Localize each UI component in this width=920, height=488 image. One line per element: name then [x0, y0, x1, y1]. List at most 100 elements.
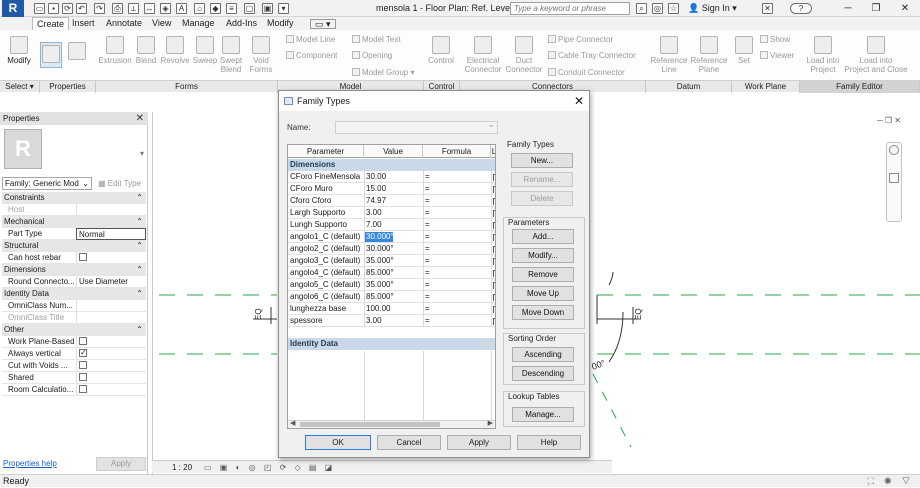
properties-help-link[interactable]: Properties help [3, 459, 57, 468]
parameter-formula-cell[interactable]: = [423, 171, 490, 183]
collapse-chevron-icon[interactable]: ⌃ [136, 264, 143, 276]
collapse-chevron-icon[interactable]: ⌃ [136, 324, 143, 336]
property-checkbox[interactable] [79, 337, 87, 345]
show-button[interactable]: Show [760, 34, 790, 45]
swept-blend-button[interactable]: Swept Blend [218, 36, 244, 74]
family-types-button[interactable] [40, 42, 62, 68]
measure-icon[interactable]: ⟂ [128, 3, 139, 14]
opening-button[interactable]: Opening [352, 50, 392, 61]
apply-button[interactable]: Apply [96, 457, 146, 471]
set-button[interactable]: Set [734, 36, 754, 65]
blend-button[interactable]: Blend [133, 36, 159, 65]
move-up-button[interactable]: Move Up [512, 286, 574, 301]
property-value[interactable]: Use Diameter [76, 276, 146, 288]
electrical-connector-button[interactable]: Electrical Connector [462, 36, 504, 74]
parameter-value-cell[interactable]: 30.000° [364, 243, 422, 255]
view-control-icons[interactable]: ▭ ▣ ◐ ◎ ◰ ⟳ ◇ ▤ ◪ [204, 461, 335, 474]
parameter-value-cell[interactable]: 3.00 [364, 315, 422, 327]
property-checkbox[interactable] [79, 373, 87, 381]
panel-select[interactable]: Select ▾ [0, 81, 40, 93]
scroll-right-icon[interactable]: ▶ [488, 419, 493, 427]
property-value[interactable] [76, 204, 146, 216]
property-group-header[interactable]: Constraints ⌃ [2, 192, 146, 204]
close-hidden-icon[interactable]: ▢ [244, 3, 255, 14]
conduit-connector-button[interactable]: Conduit Connector [548, 67, 625, 78]
parameter-value-cell[interactable]: 85.000° [364, 267, 422, 279]
property-checkbox[interactable] [79, 253, 87, 261]
close-icon[interactable]: ✕ [136, 112, 144, 125]
parameter-row[interactable]: lunghezza base 100.00 = [288, 303, 495, 315]
undo-icon[interactable]: ↶ [76, 3, 87, 14]
lock-checkbox[interactable] [491, 219, 495, 231]
lock-checkbox[interactable] [491, 231, 495, 243]
parameter-row[interactable]: spessore 3.00 = [288, 315, 495, 327]
property-checkbox[interactable] [79, 361, 87, 369]
tab-modify[interactable]: Modify [263, 17, 298, 30]
search-icon[interactable]: ⌕ [636, 3, 647, 14]
pipe-connector-button[interactable]: Pipe Connector [548, 34, 613, 45]
collapse-chevron-icon[interactable]: ⌃ [136, 216, 143, 228]
property-row[interactable]: OmniClass Title [2, 312, 146, 324]
family-category-button[interactable] [66, 42, 88, 62]
customize-qat-icon[interactable]: ▾ [278, 3, 289, 14]
parameter-formula-cell[interactable]: = [423, 231, 490, 243]
load-into-project-button[interactable]: Load into Project [802, 36, 844, 74]
sort-descending-button[interactable]: Descending [512, 366, 574, 381]
text-icon[interactable]: A [176, 3, 187, 14]
component-button[interactable]: Component [286, 50, 337, 61]
save-icon[interactable]: ▪ [48, 3, 59, 14]
reference-plane-button[interactable]: Reference Plane [688, 36, 730, 74]
cable-tray-connector-button[interactable]: Cable Tray Connector [548, 50, 636, 61]
tab-insert[interactable]: Insert [68, 17, 99, 30]
help-button[interactable]: Help [517, 435, 581, 450]
parameter-row[interactable]: angolo5_C (default) 35.000° = [288, 279, 495, 291]
parameter-formula-cell[interactable]: = [423, 195, 490, 207]
lock-checkbox[interactable] [491, 303, 495, 315]
lock-checkbox[interactable] [491, 195, 495, 207]
parameter-row[interactable]: Largh Supporto 3.00 = [288, 207, 495, 219]
property-row[interactable]: Part Type Normal [2, 228, 146, 240]
tab-annotate[interactable]: Annotate [102, 17, 146, 30]
property-row[interactable]: Work Plane-Based [2, 336, 146, 348]
parameter-formula-cell[interactable]: = [423, 183, 490, 195]
lock-checkbox[interactable] [491, 183, 495, 195]
property-value[interactable]: Normal [76, 228, 146, 240]
column-value[interactable]: Value [364, 145, 423, 158]
parameter-value-cell[interactable]: 100.00 [364, 303, 422, 315]
parameter-row[interactable]: CForo Muro 15.00 = [288, 183, 495, 195]
parameter-row[interactable]: angolo2_C (default) 30.000° = [288, 243, 495, 255]
dimension-icon[interactable]: ↔ [144, 3, 155, 14]
close-window-icon[interactable]: ✕ [890, 0, 920, 17]
chevron-down-icon[interactable]: ▾ [140, 149, 144, 158]
scrollbar-thumb[interactable] [300, 422, 440, 427]
parameter-row[interactable]: angolo1_C (default) 30.000° = [288, 231, 495, 243]
property-group-header[interactable]: Dimensions ⌃ [2, 264, 146, 276]
type-selector[interactable]: Family: Generic Mod ⌄ [2, 177, 92, 190]
column-parameter[interactable]: Parameter [288, 145, 364, 158]
parameter-row[interactable]: angolo6_C (default) 85.000° = [288, 291, 495, 303]
section-dimensions[interactable]: Dimensions [288, 159, 495, 171]
modify-button[interactable]: Modify [4, 36, 34, 65]
parameter-name-cell[interactable]: CForo FineMensola [290, 171, 362, 183]
parameter-value-cell[interactable]: 30.00 [364, 171, 422, 183]
tab-add-ins[interactable]: Add-Ins [222, 17, 261, 30]
parameter-formula-cell[interactable]: = [423, 255, 490, 267]
parameter-formula-cell[interactable]: = [423, 267, 490, 279]
parameter-row[interactable]: angolo4_C (default) 85.000° = [288, 267, 495, 279]
property-row[interactable]: OmniClass Num... [2, 300, 146, 312]
steering-wheel-icon[interactable] [889, 145, 899, 155]
scroll-left-icon[interactable]: ◀ [290, 419, 295, 427]
delete-type-button[interactable]: Delete [511, 191, 573, 206]
sign-in-link[interactable]: 👤 Sign In ▾ [688, 3, 737, 14]
property-row[interactable]: Cut with Voids ... [2, 360, 146, 372]
parameter-name-cell[interactable]: Lungh Supporto [290, 219, 362, 231]
parameter-name-cell[interactable]: angolo3_C (default) [290, 255, 362, 267]
parameter-value-cell[interactable]: 35.000° [364, 279, 422, 291]
property-value[interactable] [76, 384, 146, 396]
lock-checkbox[interactable] [491, 279, 495, 291]
subscription-icon[interactable]: ◎ [652, 3, 663, 14]
view-scale[interactable]: 1 : 20 [172, 461, 192, 474]
extrusion-button[interactable]: Extrusion [98, 36, 132, 65]
manage-lookup-button[interactable]: Manage... [512, 407, 574, 422]
parameter-name-cell[interactable]: spessore [290, 315, 362, 327]
